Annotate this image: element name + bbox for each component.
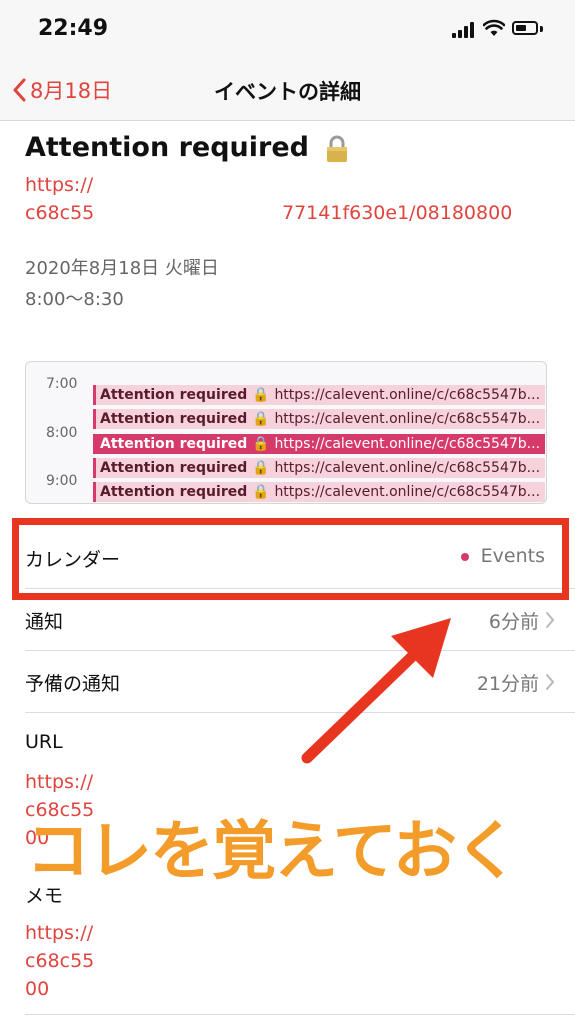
event-title: Attention required (25, 132, 350, 163)
battery-tip (540, 26, 543, 32)
hour-label: 7:00 (46, 376, 78, 392)
alert-row-label: 通知 (25, 611, 64, 633)
second-alert-row-value: 21分前 (476, 673, 539, 695)
event-url-line2: c68c55 (25, 202, 95, 224)
preview-event[interactable]: Attention required 🔒 https://calevent.on… (93, 385, 545, 405)
preview-event-title: Attention required (100, 460, 248, 476)
hour-label: 8:00 (46, 425, 78, 441)
preview-event-url: https://calevent.online/c/c68c5547b... (274, 436, 541, 452)
preview-event-title: Attention required (100, 436, 248, 452)
annotation-arrow-icon (301, 618, 451, 764)
preview-event[interactable]: Attention required 🔒 https://calevent.on… (93, 409, 545, 429)
alert-row-value: 6分前 (488, 611, 539, 633)
chevron-right-icon (546, 612, 555, 628)
preview-event-title: Attention required (100, 387, 248, 403)
preview-event[interactable]: Attention required 🔒 https://calevent.on… (93, 458, 545, 478)
highlight-box (12, 518, 569, 600)
chevron-right-icon (546, 674, 555, 690)
url-line: https:// (25, 771, 94, 793)
battery-icon (512, 21, 538, 35)
navigation-bar: 8月18日 イベントの詳細 (0, 62, 575, 121)
status-bar: 22:49 (0, 0, 575, 62)
second-alert-row-label: 予備の通知 (25, 673, 121, 695)
page-title: イベントの詳細 (214, 80, 361, 104)
preview-event-url: https://calevent.online/c/c68c5547b... (274, 387, 541, 403)
annotation-text: コレを覚えておく (26, 815, 519, 889)
status-time: 22:49 (38, 16, 109, 41)
event-date: 2020年8月18日 火曜日 (25, 258, 219, 279)
hour-label: 9:00 (46, 473, 78, 489)
url-section-label: URL (25, 731, 63, 753)
lock-icon (327, 135, 348, 162)
preview-event-title: Attention required (100, 411, 248, 427)
wifi-icon (483, 19, 505, 36)
preview-event-url: https://calevent.online/c/c68c5547b... (274, 460, 541, 476)
day-preview[interactable]: 7:00 8:00 9:00 Attention required 🔒 http… (25, 361, 547, 504)
divider (25, 1014, 575, 1015)
memo-line: c68c55 (25, 950, 95, 972)
preview-event-selected[interactable]: Attention required 🔒 https://calevent.on… (93, 434, 545, 454)
cellular-signal-icon (452, 22, 476, 38)
memo-line: https:// (25, 922, 94, 944)
preview-event[interactable]: Attention required 🔒 https://calevent.on… (93, 482, 545, 502)
preview-event-title: Attention required (100, 484, 248, 500)
event-title-text: Attention required (25, 132, 309, 163)
event-url-link[interactable]: https:// c68c55 77141f630e1/08180800 (25, 171, 535, 227)
preview-event-url: https://calevent.online/c/c68c5547b... (274, 411, 541, 427)
memo-section-link[interactable]: https:// c68c55 00 (25, 919, 105, 1003)
memo-line: 00 (25, 978, 50, 1000)
event-url-line2-end: 77141f630e1/08180800 (282, 202, 513, 224)
event-time-range: 8:00〜8:30 (25, 289, 124, 310)
event-url-line1: https:// (25, 174, 94, 196)
preview-event-url: https://calevent.online/c/c68c5547b... (274, 484, 541, 500)
